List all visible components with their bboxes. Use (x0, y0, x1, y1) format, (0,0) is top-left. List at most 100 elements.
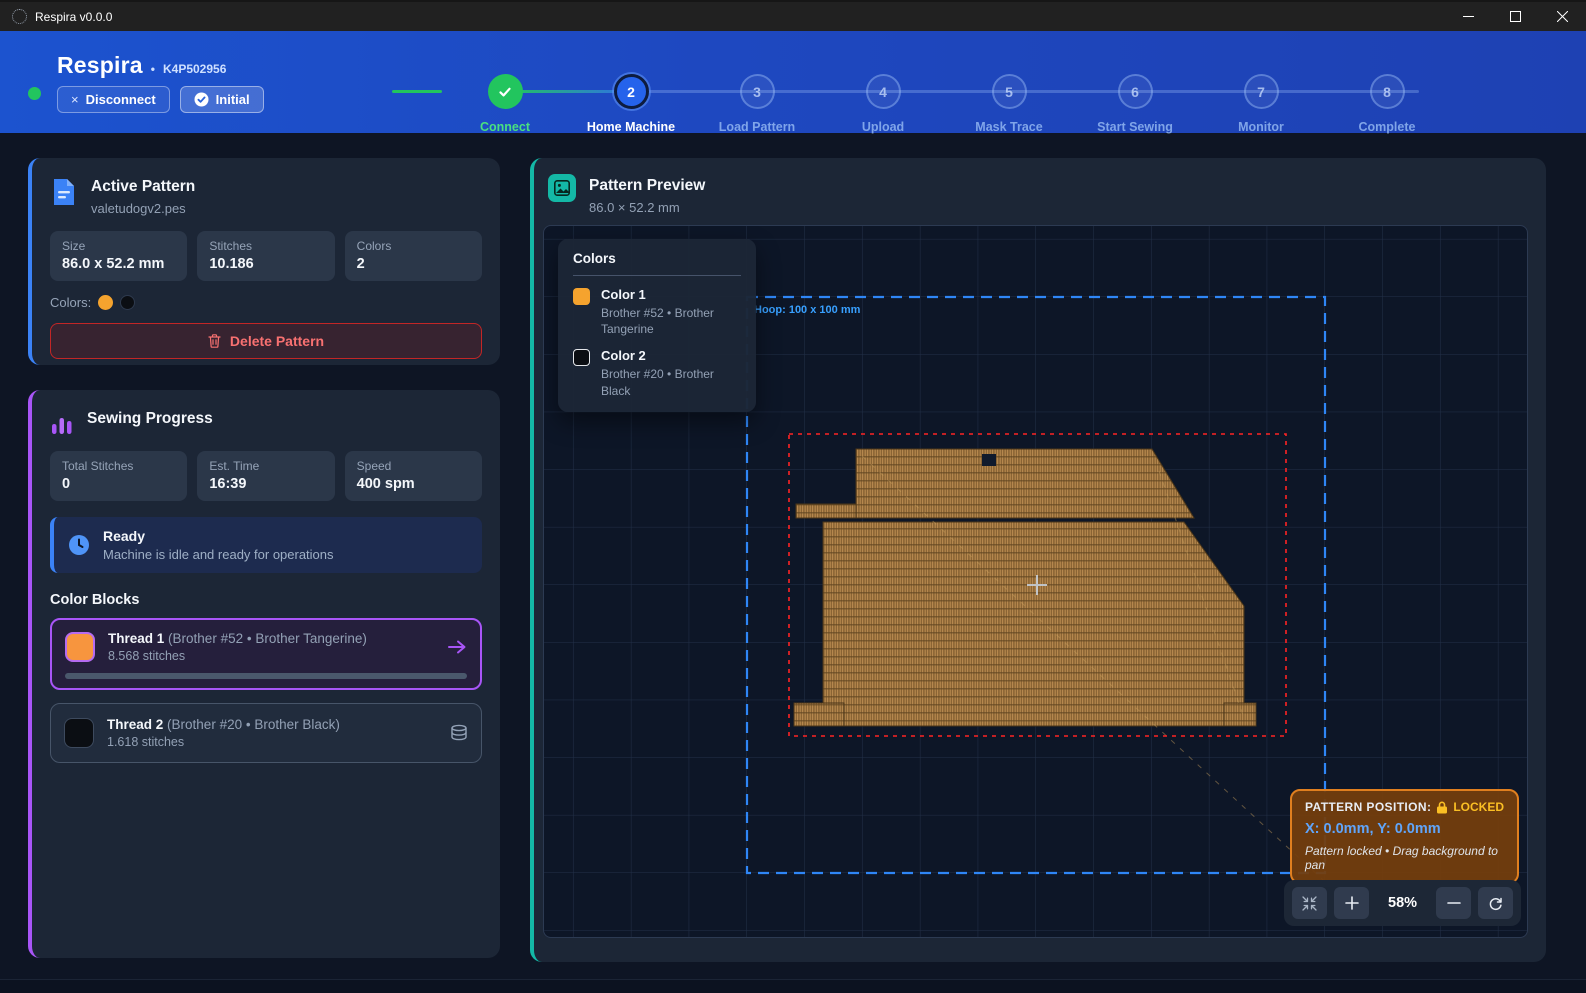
maximize-button[interactable] (1492, 2, 1539, 31)
reset-view-button[interactable] (1478, 887, 1513, 919)
color2-name: Color 2 (601, 348, 741, 363)
color-entry-2: Color 2 Brother #20 • Brother Black (573, 348, 741, 398)
disconnect-button[interactable]: × Disconnect (57, 86, 170, 113)
color1-detail: Brother #52 • Brother Tangerine (601, 305, 741, 337)
layers-icon (450, 724, 468, 742)
pattern-filename: valetudogv2.pes (91, 201, 195, 216)
check-circle-icon (194, 92, 209, 107)
thread2-stitch-count: 1.618 stitches (107, 735, 340, 749)
status-description: Machine is idle and ready for operations (103, 547, 334, 562)
window-controls (1445, 2, 1586, 31)
step-label: Mask Trace (975, 120, 1042, 134)
thread2-name: Thread 2 (107, 717, 163, 732)
trash-icon (208, 334, 221, 348)
step-number: 3 (740, 74, 775, 109)
position-hint: Pattern locked • Drag background to pan (1305, 844, 1504, 872)
clock-icon (68, 534, 90, 556)
pattern-preview-card: Pattern Preview 86.0 × 52.2 mm Hoop: 100… (530, 158, 1546, 962)
pattern-position-overlay: PATTERN POSITION: LOCKED X: 0.0mm, Y: 0.… (1290, 789, 1519, 884)
locked-badge: LOCKED (1436, 800, 1504, 814)
zoom-controls: 58% (1284, 880, 1521, 926)
machine-status-box: Ready Machine is idle and ready for oper… (50, 517, 482, 573)
fit-screen-button[interactable] (1292, 887, 1327, 919)
close-button[interactable] (1539, 2, 1586, 31)
stat-total-stitches: Total Stitches 0 (50, 451, 187, 501)
hoop-label: Hoop: 100 x 100 mm (754, 304, 861, 316)
document-icon (50, 175, 78, 207)
step-check-icon (488, 74, 523, 109)
thread-block-1[interactable]: Thread 1 (Brother #52 • Brother Tangerin… (50, 618, 482, 690)
thread1-name: Thread 1 (108, 631, 164, 646)
zoom-in-button[interactable] (1334, 887, 1369, 919)
stat-size: Size 86.0 x 52.2 mm (50, 231, 187, 281)
colors-panel-title: Colors (573, 251, 741, 276)
thread-block-2[interactable]: Thread 2 (Brother #20 • Brother Black) 1… (50, 703, 482, 763)
preview-dimensions: 86.0 × 52.2 mm (589, 200, 705, 215)
step-label: Home Machine (587, 120, 675, 134)
step-label: Complete (1359, 120, 1416, 134)
step-complete[interactable]: 8 Complete (1324, 45, 1450, 134)
step-number: 5 (992, 74, 1027, 109)
stat-est-time: Est. Time 16:39 (197, 451, 334, 501)
thread2-detail: (Brother #20 • Brother Black) (167, 717, 340, 732)
thread1-swatch (65, 632, 95, 662)
bar-chart-icon (50, 407, 74, 436)
sewing-progress-title: Sewing Progress (87, 407, 213, 428)
delete-pattern-label: Delete Pattern (230, 333, 324, 349)
delete-pattern-button[interactable]: Delete Pattern (50, 323, 482, 359)
sewing-progress-card: Sewing Progress Total Stitches 0 Est. Ti… (28, 390, 500, 958)
step-label: Connect (480, 120, 530, 134)
initial-label: Initial (216, 92, 250, 107)
thread1-detail: (Brother #52 • Brother Tangerine) (168, 631, 367, 646)
minimize-button[interactable] (1445, 2, 1492, 31)
thread1-progress-bar (65, 673, 467, 679)
step-number: 7 (1244, 74, 1279, 109)
step-number: 8 (1370, 74, 1405, 109)
step-number: 4 (866, 74, 901, 109)
status-title: Ready (103, 528, 334, 544)
machine-serial: K4P502956 (163, 62, 226, 76)
color-blocks-heading: Color Blocks (50, 592, 482, 608)
active-pattern-card: Active Pattern valetudogv2.pes Size 86.0… (28, 158, 500, 365)
stat-speed: Speed 400 spm (345, 451, 482, 501)
color-swatch-1 (98, 295, 113, 310)
zoom-level: 58% (1376, 895, 1429, 911)
color-swatch-2 (120, 295, 135, 310)
zoom-out-button[interactable] (1436, 887, 1471, 919)
titlebar: Respira v0.0.0 (0, 0, 1586, 31)
stat-stitches: Stitches 10.186 (197, 231, 334, 281)
app-header: Respira • K4P502956 × Disconnect Initial (0, 31, 1586, 133)
step-number: 2 (614, 74, 649, 109)
step-label: Start Sewing (1097, 120, 1173, 134)
stat-colors: Colors 2 (345, 231, 482, 281)
image-icon (548, 174, 576, 202)
window-title: Respira v0.0.0 (35, 10, 112, 24)
initial-button[interactable]: Initial (180, 86, 264, 113)
connection-status-dot (28, 87, 41, 100)
position-coordinates: X: 0.0mm, Y: 0.0mm (1305, 821, 1504, 837)
workflow-stepper: Connect 2 Home Machine 3 Load Pattern 4 … (442, 45, 1450, 134)
position-label: PATTERN POSITION: (1305, 800, 1431, 814)
color2-detail: Brother #20 • Brother Black (601, 366, 741, 398)
step-label: Monitor (1238, 120, 1284, 134)
step-label: Upload (862, 120, 904, 134)
colors-overlay-panel: Colors Color 1 Brother #52 • Brother Tan… (558, 239, 756, 412)
x-icon: × (71, 92, 79, 107)
bottom-strip (0, 979, 1586, 993)
serial-separator: • (151, 62, 155, 76)
thread1-stitch-count: 8.568 stitches (108, 649, 367, 663)
step-label: Load Pattern (719, 120, 795, 134)
step-number: 6 (1118, 74, 1153, 109)
preview-title: Pattern Preview (589, 174, 705, 195)
preview-canvas[interactable]: Hoop: 100 x 100 mm Colors (543, 225, 1528, 938)
brand-title: Respira (57, 52, 143, 79)
active-pattern-title: Active Pattern (91, 175, 195, 196)
color1-name: Color 1 (601, 287, 741, 302)
lock-icon (1436, 801, 1448, 814)
color1-chip (573, 288, 590, 305)
app-icon (12, 9, 27, 24)
arrow-right-icon (447, 639, 467, 655)
pattern-colors-row: Colors: (50, 295, 482, 310)
color-entry-1: Color 1 Brother #52 • Brother Tangerine (573, 287, 741, 337)
color2-chip (573, 349, 590, 366)
